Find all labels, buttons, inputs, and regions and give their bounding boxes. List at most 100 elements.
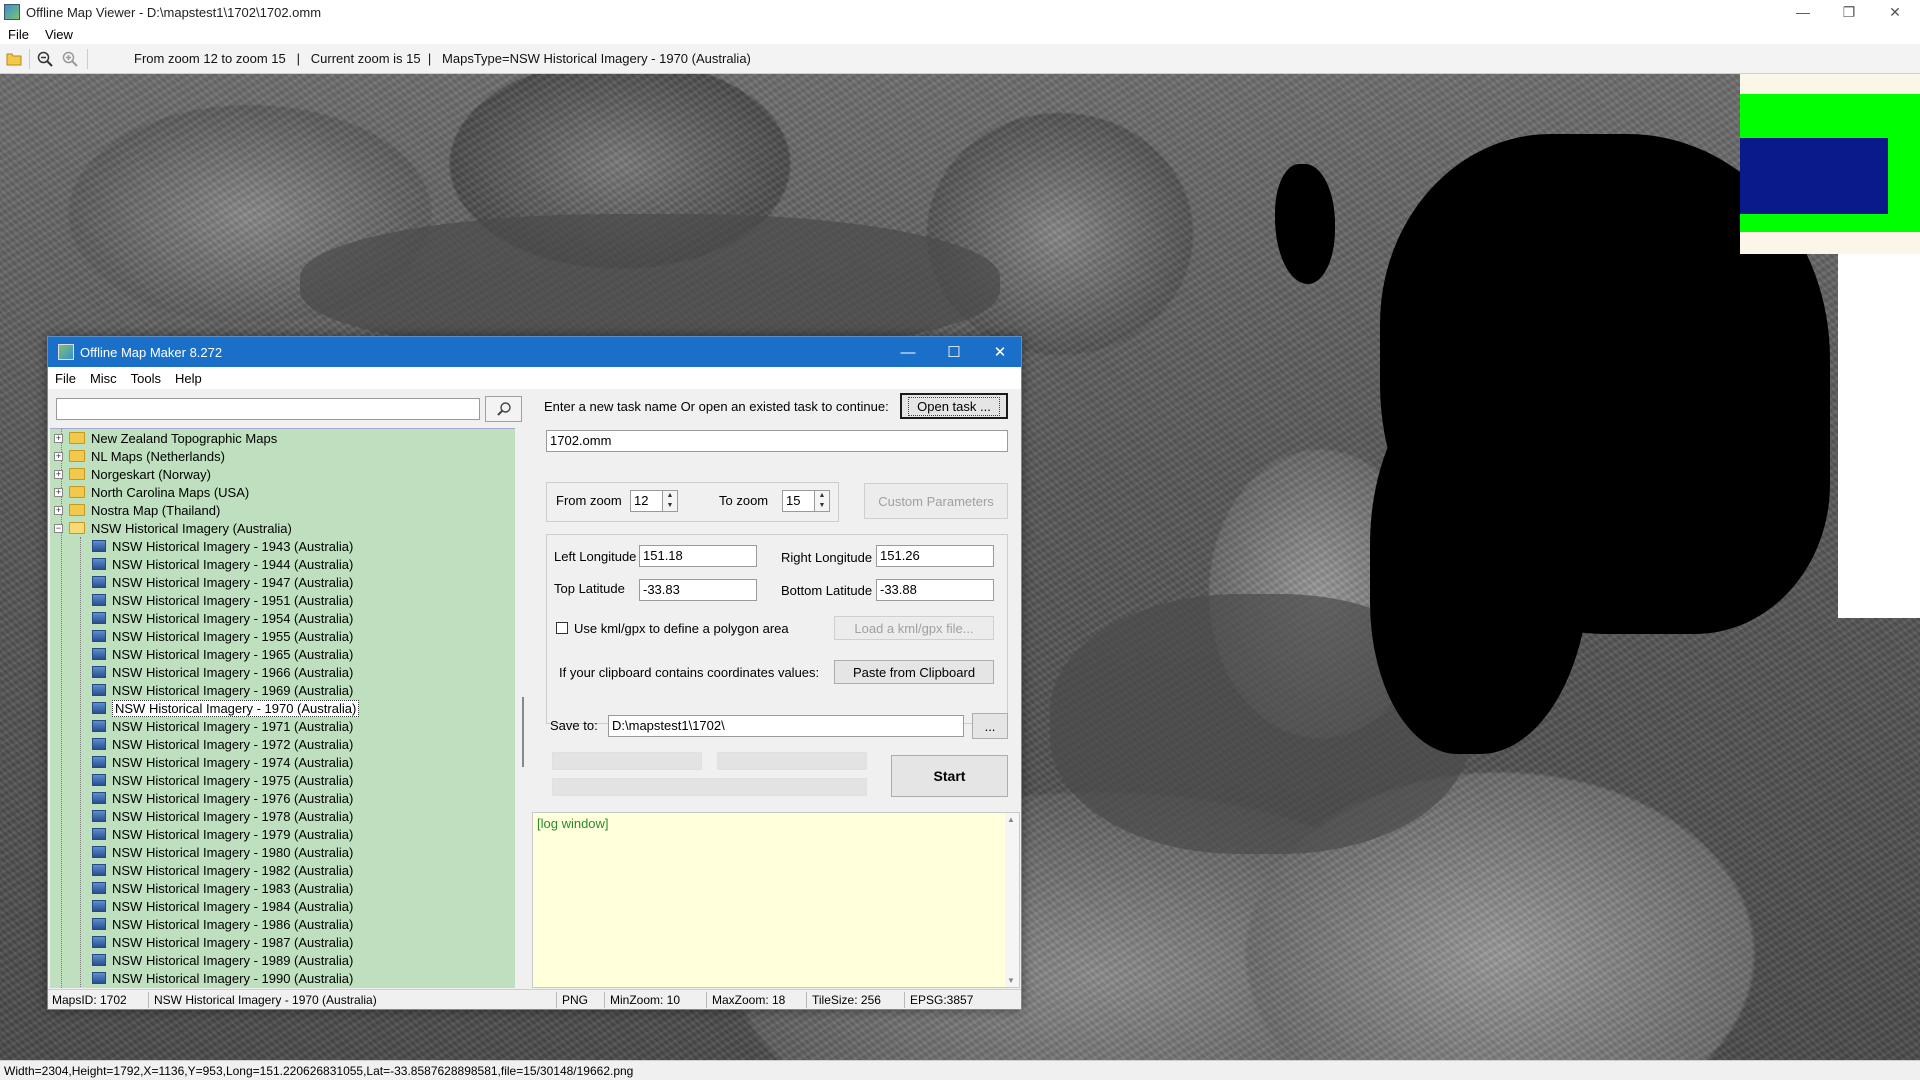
status-separator — [806, 992, 807, 1008]
restore-button[interactable]: ❐ — [1826, 0, 1872, 24]
tree-map-item[interactable]: NSW Historical Imagery - 1974 (Australia… — [50, 753, 515, 771]
tree-map-item[interactable]: NSW Historical Imagery - 1971 (Australia… — [50, 717, 515, 735]
status-separator — [904, 992, 905, 1008]
zoom-out-button[interactable] — [34, 48, 56, 70]
dialog-menu-file[interactable]: File — [48, 371, 83, 386]
bottom-latitude-input[interactable]: -33.88 — [876, 579, 994, 601]
open-folder-button[interactable] — [3, 48, 25, 70]
tree-map-item[interactable]: NSW Historical Imagery - 1972 (Australia… — [50, 735, 515, 753]
tree-map-item[interactable]: NSW Historical Imagery - 1970 (Australia… — [50, 699, 515, 717]
tree-map-item[interactable]: NSW Historical Imagery - 1947 (Australia… — [50, 573, 515, 591]
map-image-icon — [92, 630, 106, 642]
log-scrollbar[interactable]: ▲ ▼ — [1005, 813, 1019, 987]
tree-map-item[interactable]: NSW Historical Imagery - 1980 (Australia… — [50, 843, 515, 861]
scroll-up-icon[interactable]: ▲ — [1007, 815, 1015, 824]
expand-icon[interactable]: + — [54, 487, 63, 497]
status-maps-name: NSW Historical Imagery - 1970 (Australia… — [154, 993, 377, 1007]
task-prompt-label: Enter a new task name Or open an existed… — [544, 399, 889, 414]
tree-folder-item[interactable]: + North Carolina Maps (USA) — [50, 483, 515, 501]
expand-icon[interactable]: + — [54, 433, 63, 443]
tree-scrollbar-thumb[interactable] — [522, 697, 524, 767]
custom-parameters-button[interactable]: Custom Parameters — [864, 483, 1008, 519]
tree-map-item[interactable]: NSW Historical Imagery - 1982 (Australia… — [50, 861, 515, 879]
use-kml-checkbox[interactable] — [556, 622, 568, 634]
dialog-menu-misc[interactable]: Misc — [83, 371, 124, 386]
tree-map-item[interactable]: NSW Historical Imagery - 1984 (Australia… — [50, 897, 515, 915]
selection-overview-blue — [1740, 138, 1888, 214]
tree-map-label: NSW Historical Imagery - 1984 (Australia… — [112, 898, 354, 914]
left-longitude-label: Left Longitude — [554, 549, 637, 564]
tree-map-item[interactable]: NSW Historical Imagery - 1966 (Australia… — [50, 663, 515, 681]
menu-view[interactable]: View — [37, 27, 81, 42]
close-button[interactable]: ✕ — [1872, 0, 1918, 24]
dialog-menu-help[interactable]: Help — [168, 371, 209, 386]
tree-folder-item[interactable]: + New Zealand Topographic Maps — [50, 429, 515, 447]
map-search-button[interactable] — [485, 396, 522, 422]
expand-icon[interactable]: + — [54, 505, 63, 515]
viewer-menubar: File View — [0, 24, 1920, 44]
tree-map-label: NSW Historical Imagery - 1987 (Australia… — [112, 934, 354, 950]
tree-map-label: NSW Historical Imagery - 1972 (Australia… — [112, 736, 354, 752]
map-type-tree[interactable]: + New Zealand Topographic Maps + NL Maps (N… — [50, 428, 515, 988]
tree-folder-item[interactable]: + Norgeskart (Norway) — [50, 465, 515, 483]
dialog-close-button[interactable]: ✕ — [978, 337, 1022, 367]
start-button[interactable]: Start — [891, 755, 1008, 797]
tree-map-item[interactable]: NSW Historical Imagery - 1989 (Australia… — [50, 951, 515, 969]
tree-map-item[interactable]: NSW Historical Imagery - 1986 (Australia… — [50, 915, 515, 933]
zoom-in-button[interactable] — [59, 48, 81, 70]
browse-button[interactable]: ... — [972, 713, 1008, 739]
tree-map-item[interactable]: NSW Historical Imagery - 1978 (Australia… — [50, 807, 515, 825]
tree-folder-item[interactable]: + NL Maps (Netherlands) — [50, 447, 515, 465]
map-image-icon — [92, 810, 106, 822]
tree-map-item[interactable]: NSW Historical Imagery - 1954 (Australia… — [50, 609, 515, 627]
tree-map-item[interactable]: NSW Historical Imagery - 1990 (Australia… — [50, 969, 515, 987]
viewer-title: Offline Map Viewer - D:\mapstest1\1702\1… — [26, 4, 322, 20]
map-search-input[interactable] — [56, 398, 480, 420]
status-max-zoom: MaxZoom: 18 — [712, 993, 786, 1007]
expand-icon[interactable]: + — [54, 469, 63, 479]
tree-map-item[interactable]: NSW Historical Imagery - 1987 (Australia… — [50, 933, 515, 951]
left-longitude-input[interactable]: 151.18 — [639, 545, 757, 567]
tree-map-item[interactable]: NSW Historical Imagery - 1943 (Australia… — [50, 537, 515, 555]
menu-file[interactable]: File — [0, 27, 37, 42]
status-separator — [604, 992, 605, 1008]
dialog-maximize-button[interactable]: ☐ — [932, 337, 976, 367]
expand-icon[interactable]: + — [54, 451, 63, 461]
tree-folder-item[interactable]: − NSW Historical Imagery (Australia) — [50, 519, 515, 537]
dialog-menu-tools[interactable]: Tools — [124, 371, 168, 386]
collapse-icon[interactable]: − — [54, 523, 63, 533]
map-image-icon — [92, 540, 106, 552]
tree-map-item[interactable]: NSW Historical Imagery - 1983 (Australia… — [50, 879, 515, 897]
log-window[interactable]: [log window] ▲ ▼ — [532, 812, 1020, 988]
folder-icon — [69, 468, 85, 480]
spin-up-icon: ▲ — [818, 492, 826, 499]
from-zoom-spinner[interactable]: ▲ ▼ — [662, 490, 678, 512]
tree-map-item[interactable]: NSW Historical Imagery - 1969 (Australia… — [50, 681, 515, 699]
paste-from-clipboard-button[interactable]: Paste from Clipboard — [834, 660, 994, 684]
dialog-minimize-button[interactable]: — — [886, 337, 930, 367]
folder-icon — [69, 432, 85, 444]
tree-map-item[interactable]: NSW Historical Imagery - 1944 (Australia… — [50, 555, 515, 573]
status-separator — [556, 992, 557, 1008]
zoom-out-icon — [37, 51, 53, 67]
tree-map-item[interactable]: NSW Historical Imagery - 1975 (Australia… — [50, 771, 515, 789]
minimize-button[interactable]: — — [1780, 0, 1826, 24]
right-longitude-input[interactable]: 151.26 — [876, 545, 994, 567]
load-kml-button[interactable]: Load a kml/gpx file... — [834, 616, 994, 640]
tree-map-item[interactable]: NSW Historical Imagery - 1955 (Australia… — [50, 627, 515, 645]
blank-tile-area — [1838, 254, 1920, 618]
open-task-button[interactable]: Open task ... — [900, 393, 1008, 419]
tree-folder-item[interactable]: + Nostra Map (Thailand) — [50, 501, 515, 519]
tree-map-item[interactable]: NSW Historical Imagery - 1951 (Australia… — [50, 591, 515, 609]
top-latitude-input[interactable]: -33.83 — [639, 579, 757, 601]
tree-map-item[interactable]: NSW Historical Imagery - 1979 (Australia… — [50, 825, 515, 843]
save-path-input[interactable]: D:\mapstest1\1702\ — [608, 715, 964, 737]
scroll-down-icon[interactable]: ▼ — [1007, 976, 1015, 985]
folder-icon — [69, 504, 85, 516]
tree-map-item[interactable]: NSW Historical Imagery - 1965 (Australia… — [50, 645, 515, 663]
task-name-input[interactable]: 1702.omm — [546, 430, 1008, 452]
from-zoom-label: From zoom — [556, 493, 622, 508]
map-image-icon — [92, 972, 106, 984]
to-zoom-spinner[interactable]: ▲ ▼ — [814, 490, 830, 512]
tree-map-item[interactable]: NSW Historical Imagery - 1976 (Australia… — [50, 789, 515, 807]
